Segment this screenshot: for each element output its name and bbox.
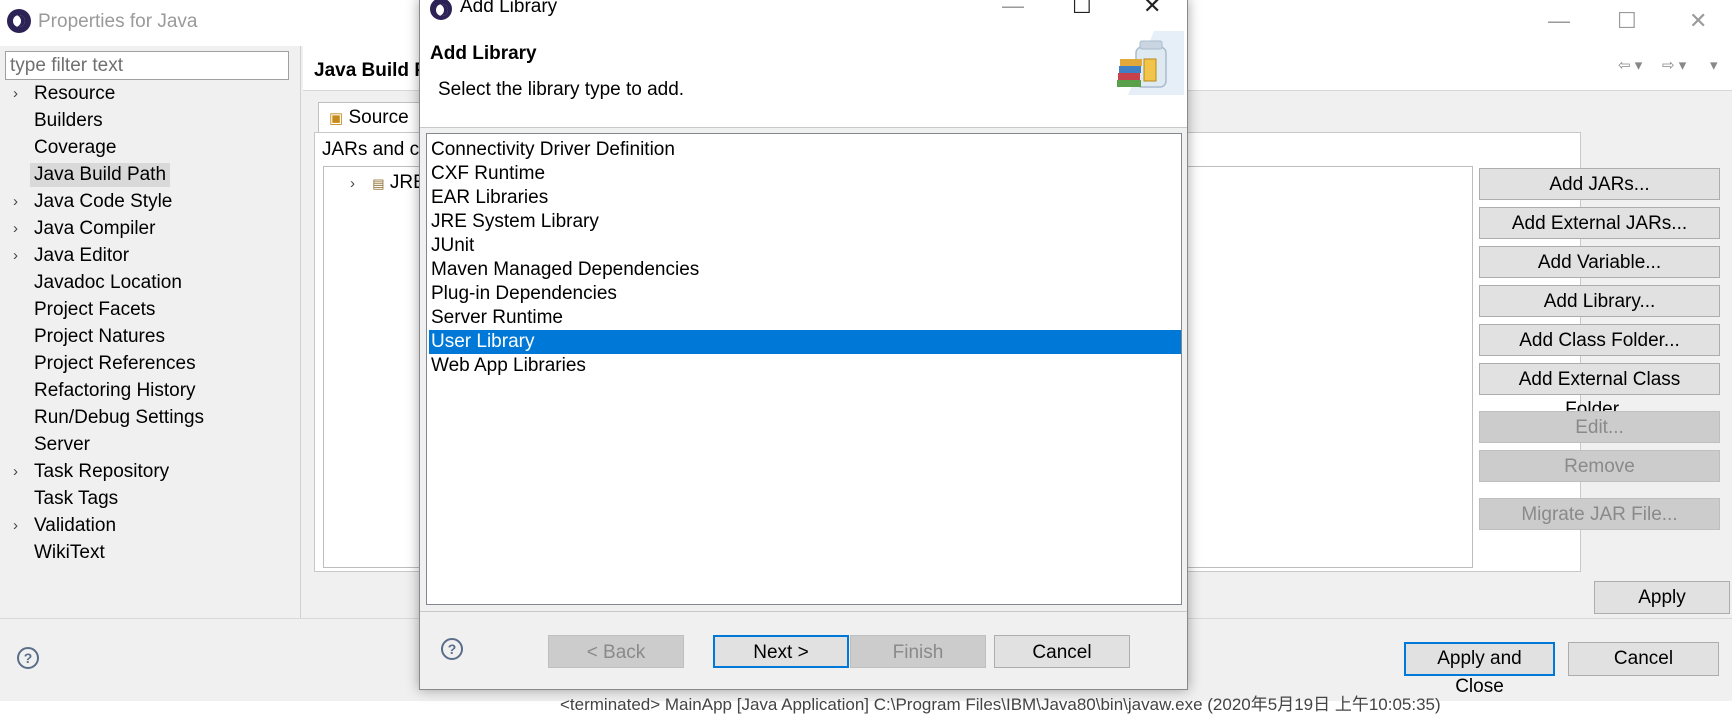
tree-item-label: WikiText bbox=[34, 542, 105, 563]
side-button[interactable]: Edit... bbox=[1479, 411, 1720, 443]
library-type-item[interactable]: Web App Libraries bbox=[429, 354, 1181, 378]
side-button[interactable]: Add JARs... bbox=[1479, 168, 1720, 200]
library-type-item[interactable]: Connectivity Driver Definition bbox=[429, 138, 1181, 162]
maximize-icon[interactable]: ☐ bbox=[1617, 8, 1637, 34]
tree-item-label: Refactoring History bbox=[34, 380, 196, 401]
dialog-heading: Add Library bbox=[430, 43, 537, 64]
add-library-dialog: Add Library — ☐ ✕ Add Library Select the… bbox=[419, 0, 1188, 690]
minimize-icon[interactable]: — bbox=[1002, 0, 1024, 19]
side-button[interactable]: Add External Class Folder... bbox=[1479, 363, 1720, 420]
tree-item[interactable]: › Java Code Style bbox=[13, 190, 173, 214]
tree-item[interactable]: › Validation bbox=[13, 514, 117, 538]
close-icon[interactable]: ✕ bbox=[1143, 0, 1161, 19]
tree-item[interactable]: Javadoc Location bbox=[34, 271, 182, 295]
page-title: Java Build P bbox=[314, 60, 427, 81]
tree-item[interactable]: WikiText bbox=[34, 541, 105, 565]
back-button[interactable]: < Back bbox=[548, 635, 684, 668]
tree-item-label: Builders bbox=[34, 110, 103, 131]
tree-item[interactable]: › Java Compiler bbox=[13, 217, 156, 241]
chevron-right-icon[interactable]: › bbox=[13, 217, 18, 241]
library-icon: ▤ bbox=[372, 176, 385, 191]
dialog-header bbox=[420, 21, 1187, 128]
tree-item[interactable]: › Resource bbox=[13, 82, 116, 106]
apply-button[interactable]: Apply bbox=[1594, 581, 1730, 614]
chevron-right-icon[interactable]: › bbox=[13, 190, 18, 214]
side-button[interactable]: Add Variable... bbox=[1479, 246, 1720, 278]
tree-item[interactable]: Project Natures bbox=[34, 325, 165, 349]
eclipse-logo-icon bbox=[7, 9, 31, 33]
tab-source[interactable]: ▣ Source bbox=[318, 102, 420, 133]
maximize-icon[interactable]: ☐ bbox=[1072, 0, 1092, 19]
tree-item-label: Project Facets bbox=[34, 299, 156, 320]
source-folder-icon: ▣ bbox=[329, 110, 344, 127]
cancel-button[interactable]: Cancel bbox=[994, 635, 1130, 668]
side-button[interactable]: Migrate JAR File... bbox=[1479, 498, 1720, 530]
tree-item[interactable]: Server bbox=[34, 433, 90, 457]
forward-nav-icon[interactable]: ⇨ ▾ bbox=[1662, 56, 1686, 74]
library-type-item[interactable]: EAR Libraries bbox=[429, 186, 1181, 210]
dialog-description: Select the library type to add. bbox=[438, 79, 685, 100]
tree-item[interactable]: Java Build Path bbox=[30, 163, 171, 187]
dialog-separator bbox=[420, 611, 1187, 612]
help-icon[interactable]: ? bbox=[17, 647, 39, 669]
chevron-right-icon[interactable]: › bbox=[13, 460, 18, 484]
library-type-item[interactable]: CXF Runtime bbox=[429, 162, 1181, 186]
tree-item-label: Project Natures bbox=[34, 326, 165, 347]
chevron-right-icon[interactable]: › bbox=[350, 175, 355, 192]
tree-item-label: Validation bbox=[34, 515, 117, 536]
chevron-right-icon[interactable]: › bbox=[13, 514, 18, 538]
back-nav-icon[interactable]: ⇦ ▾ bbox=[1618, 56, 1642, 74]
tree-item[interactable]: › Java Editor bbox=[13, 244, 130, 268]
tree-item-label: Project References bbox=[34, 353, 196, 374]
tree-item-label: Java Editor bbox=[34, 245, 130, 266]
tree-item-label: Task Repository bbox=[34, 461, 170, 482]
library-jar-icon bbox=[1117, 31, 1184, 95]
filter-input[interactable] bbox=[5, 51, 289, 80]
next-button[interactable]: Next > bbox=[713, 635, 849, 668]
library-type-item[interactable]: Server Runtime bbox=[429, 306, 1181, 330]
finish-button[interactable]: Finish bbox=[850, 635, 986, 668]
chevron-right-icon[interactable]: › bbox=[13, 82, 18, 106]
apply-and-close-button[interactable]: Apply and Close bbox=[1404, 642, 1555, 697]
tree-item-label: Task Tags bbox=[34, 488, 119, 509]
window-title: Properties for Java bbox=[38, 11, 198, 32]
library-type-item[interactable]: JUnit bbox=[429, 234, 1181, 258]
tree-item[interactable]: Refactoring History bbox=[34, 379, 196, 403]
tree-item-label: Resource bbox=[34, 83, 116, 104]
cancel-button[interactable]: Cancel bbox=[1568, 642, 1719, 676]
dialog-title: Add Library bbox=[460, 0, 558, 17]
close-icon[interactable]: ✕ bbox=[1689, 8, 1707, 34]
tree-item[interactable]: Project Facets bbox=[34, 298, 155, 322]
tree-item-label: Java Build Path bbox=[34, 164, 167, 185]
tree-item-label: Javadoc Location bbox=[34, 272, 182, 293]
library-type-list[interactable]: Connectivity Driver Definition CXF Runtim… bbox=[426, 133, 1182, 605]
side-button[interactable]: Add Class Folder... bbox=[1479, 324, 1720, 356]
tree-item-label: Run/Debug Settings bbox=[34, 407, 205, 428]
side-button[interactable]: Remove bbox=[1479, 450, 1720, 482]
library-type-item[interactable]: JRE System Library bbox=[429, 210, 1181, 234]
view-menu-icon[interactable]: ▾ bbox=[1710, 56, 1718, 74]
jars-label: JARs and cl bbox=[322, 139, 424, 160]
tree-item[interactable]: Run/Debug Settings bbox=[34, 406, 204, 430]
side-button[interactable]: Add Library... bbox=[1479, 285, 1720, 317]
side-button[interactable]: Add External JARs... bbox=[1479, 207, 1720, 239]
tree-item-label: Java Code Style bbox=[34, 191, 173, 212]
tree-item[interactable]: Task Tags bbox=[34, 487, 118, 511]
tree-item[interactable]: Project References bbox=[34, 352, 196, 376]
tab-source-label: Source bbox=[348, 107, 409, 128]
tree-item[interactable]: Coverage bbox=[34, 136, 116, 160]
tree-item[interactable]: Builders bbox=[34, 109, 103, 133]
console-status-text: <terminated> MainApp [Java Application] … bbox=[560, 695, 1441, 714]
library-type-item[interactable]: Maven Managed Dependencies bbox=[429, 258, 1181, 282]
library-type-item[interactable]: Plug-in Dependencies bbox=[429, 282, 1181, 306]
help-icon[interactable]: ? bbox=[441, 638, 463, 660]
tree-item-label: Coverage bbox=[34, 137, 117, 158]
tree-item-label: Java Compiler bbox=[34, 218, 156, 239]
library-type-item[interactable]: User Library bbox=[429, 330, 1181, 354]
minimize-icon[interactable]: — bbox=[1548, 8, 1570, 34]
tree-item[interactable]: › Task Repository bbox=[13, 460, 170, 484]
chevron-right-icon[interactable]: › bbox=[13, 244, 18, 268]
tree-item-label: Server bbox=[34, 434, 90, 455]
